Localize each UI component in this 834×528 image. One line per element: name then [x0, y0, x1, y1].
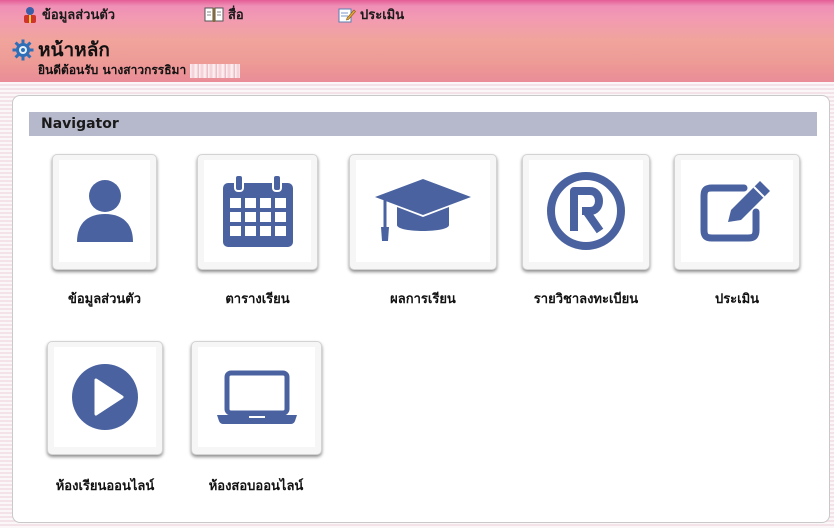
menu-label: สื่อ — [228, 8, 244, 23]
menu-label: ข้อมูลส่วนตัว — [42, 8, 116, 23]
calendar-icon — [222, 174, 293, 247]
registered-icon — [547, 172, 625, 250]
tile-label: ผลการเรียน — [390, 292, 456, 307]
tile-button[interactable] — [522, 154, 650, 270]
tile-button[interactable] — [197, 154, 318, 270]
tile-label: ห้องเรียนออนไลน์ — [55, 479, 155, 494]
tile-button[interactable] — [674, 154, 800, 270]
gear-icon — [12, 39, 34, 61]
menu-item-media[interactable]: สื่อ — [204, 4, 244, 25]
menu-label: ประเมิน — [360, 8, 405, 23]
book-icon — [204, 7, 224, 22]
menu-item-profile[interactable]: ข้อมูลส่วนตัว — [22, 4, 115, 25]
tile-button[interactable] — [52, 154, 157, 270]
tile-label: ห้องสอบออนไลน์ — [208, 479, 304, 494]
tile-label: ตารางเรียน — [225, 292, 290, 307]
tile-button[interactable] — [191, 341, 322, 455]
redacted-surname — [190, 63, 241, 78]
main-panel: Navigator ข้อมูลส่วนตัว ตารางเรียน ผลการ… — [12, 95, 830, 523]
edit-icon — [338, 8, 356, 22]
laptop-icon — [216, 370, 297, 424]
header-bar: ข้อมูลส่วนตัว สื่อ ประเมิน หน้าหลัก ยินด… — [0, 0, 834, 82]
tile-label: รายวิชาลงทะเบียน — [533, 292, 639, 307]
welcome-text: ยินดีต้อนรับ นางสาวกรรธิมา — [38, 63, 187, 77]
graduation-cap-icon — [375, 179, 471, 241]
tile-button[interactable] — [349, 154, 497, 270]
user-gift-icon — [24, 6, 36, 23]
edit-icon — [700, 181, 770, 242]
welcome-message: ยินดีต้อนรับ นางสาวกรรธิมา — [38, 61, 241, 80]
menu-item-evaluate[interactable]: ประเมิน — [338, 4, 404, 25]
tile-label: ข้อมูลส่วนตัว — [67, 292, 142, 307]
tile-button[interactable] — [47, 341, 163, 455]
tile-label: ประเมิน — [714, 292, 760, 307]
navigator-heading: Navigator — [29, 112, 817, 136]
play-icon — [72, 364, 138, 430]
user-icon — [76, 180, 133, 242]
